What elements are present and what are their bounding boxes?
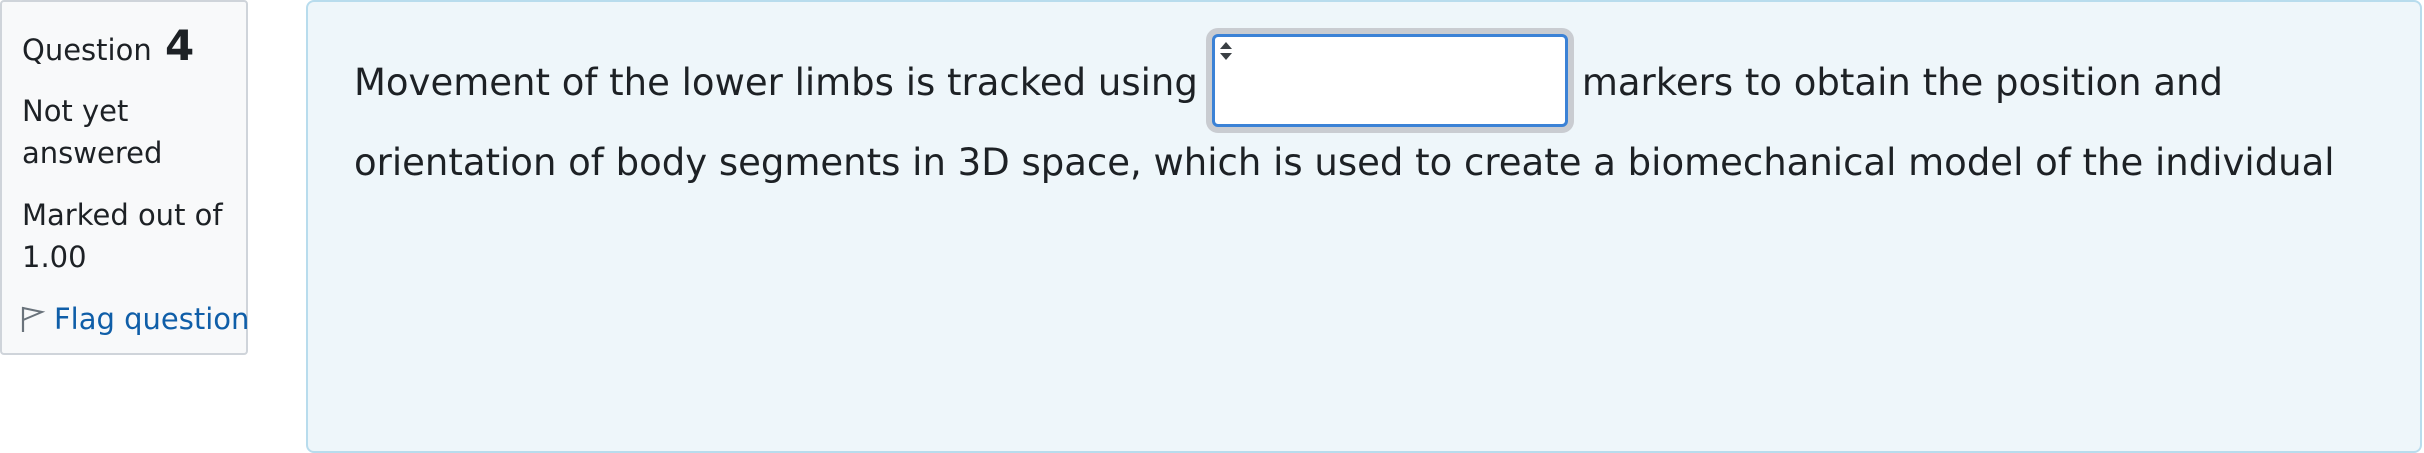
flag-question-label: Flag question — [54, 302, 250, 336]
question-text-line-1: Movement of the lower limbs is tracked u… — [354, 28, 2394, 133]
question-text-after: markers to obtain the position and — [1581, 61, 2223, 104]
answer-select[interactable] — [1205, 28, 1574, 133]
question-number: 4 — [164, 21, 195, 70]
question-number-line: Question 4 — [22, 22, 246, 70]
question-text: Movement of the lower limbs is tracked u… — [354, 28, 2394, 206]
question-label: Question — [22, 33, 152, 67]
flag-question-link[interactable]: Flag question — [20, 298, 260, 340]
flag-icon — [21, 306, 46, 332]
answer-select-field[interactable] — [1211, 34, 1568, 127]
question-state: Not yet answered — [22, 94, 163, 170]
question-grade: Marked out of 1.00 — [22, 198, 223, 274]
question-text-before: Movement of the lower limbs is tracked u… — [354, 61, 1198, 104]
question-content-panel: Movement of the lower limbs is tracked u… — [306, 0, 2422, 453]
spinner-arrows-icon — [1219, 42, 1232, 60]
